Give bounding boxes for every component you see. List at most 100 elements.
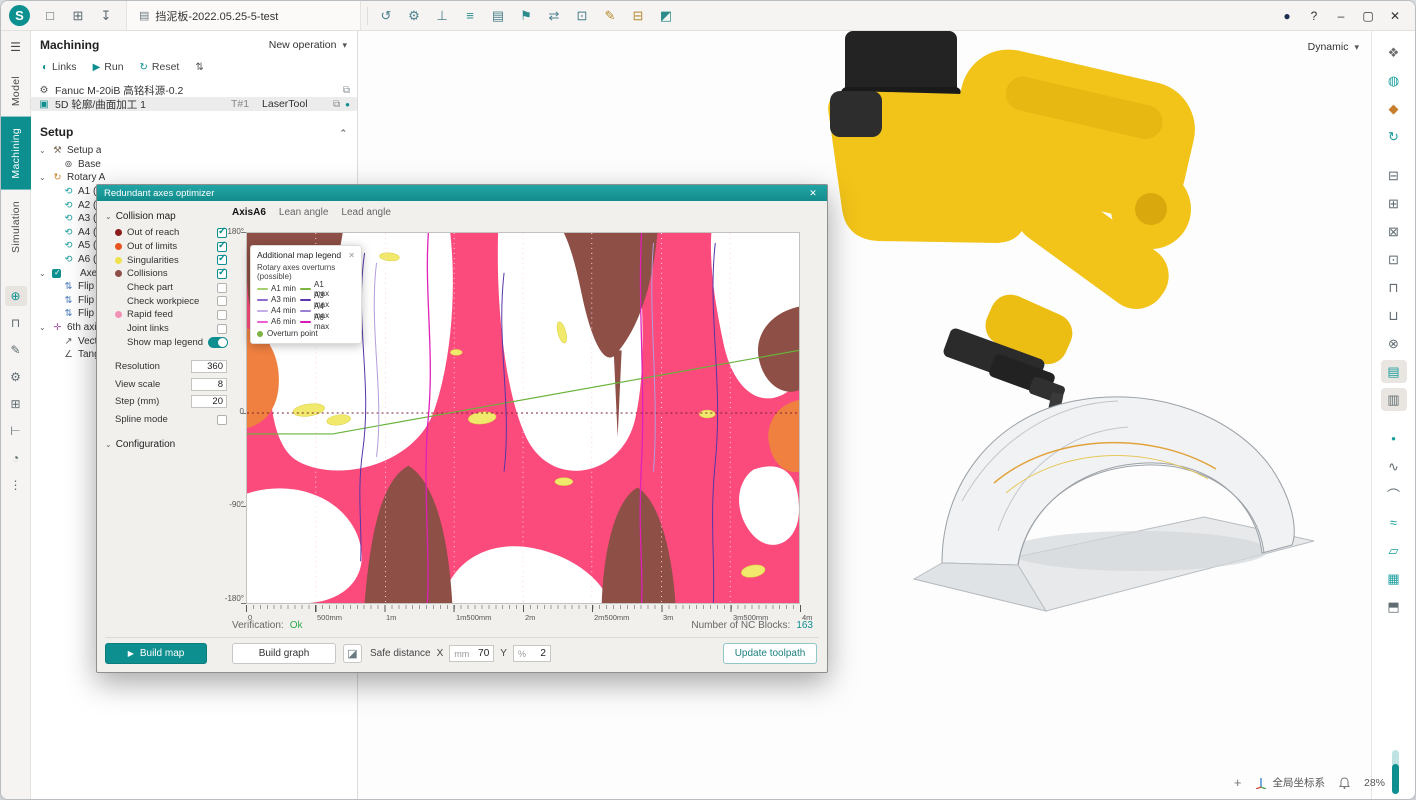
fixture-icon[interactable]: ⊥: [430, 5, 454, 27]
point-icon[interactable]: •: [1381, 427, 1407, 450]
map-layer-row[interactable]: Check part: [105, 281, 227, 295]
account-button[interactable]: ●: [1277, 6, 1297, 26]
expander-icon[interactable]: [39, 173, 48, 182]
setup-tree-item[interactable]: ⊚ Base: [31, 158, 357, 172]
update-toolpath-button[interactable]: Update toolpath: [723, 643, 817, 664]
selection-filter-icon[interactable]: ❖: [1381, 41, 1407, 64]
document-tab[interactable]: ▤ 挡泥板-2022.05.25-5-test: [126, 1, 361, 30]
copy-icon[interactable]: [333, 98, 340, 110]
toolpath-doc-icon[interactable]: ▤: [1381, 360, 1407, 383]
mode-tab[interactable]: Machining: [1, 117, 31, 190]
run-button[interactable]: Run: [93, 61, 124, 73]
spline-mode-row[interactable]: Spline mode: [105, 413, 227, 427]
maximize-button[interactable]: ▢: [1358, 6, 1378, 26]
safe-distance-x-input[interactable]: mm 70: [449, 645, 494, 662]
tool-library-icon[interactable]: ⚑: [514, 5, 538, 27]
cloud-icon[interactable]: ◩: [654, 5, 678, 27]
dialog-titlebar[interactable]: Redundant axes optimizer: [97, 185, 827, 201]
help-button[interactable]: ?: [1304, 6, 1324, 26]
turn-mill-icon[interactable]: ⊗: [1381, 332, 1407, 355]
zoom-slider[interactable]: [1392, 750, 1399, 794]
build-graph-button[interactable]: Build graph: [232, 643, 336, 664]
reset-button[interactable]: Reset: [140, 61, 180, 73]
machine-3axis-icon[interactable]: ⊟: [1381, 164, 1407, 187]
fixture-icon[interactable]: ⊓: [5, 313, 27, 333]
history-icon[interactable]: ◔: [5, 448, 27, 468]
expander-icon[interactable]: [39, 323, 48, 332]
chevron-down-icon[interactable]: [105, 440, 112, 449]
gcode-doc-icon[interactable]: ▥: [1381, 388, 1407, 411]
probe-icon[interactable]: ⊢: [5, 421, 27, 441]
tab-axis-a6[interactable]: AxisA6: [232, 207, 266, 219]
operation-tree-row[interactable]: ▣ 5D 轮廓/曲面加工 1 T#1 LaserTool: [31, 97, 357, 111]
map-layer-row[interactable]: Check workpiece: [105, 294, 227, 308]
regenerate-icon[interactable]: ↻: [1381, 125, 1407, 148]
sort-button[interactable]: [195, 62, 203, 73]
add-button[interactable]: +: [1234, 775, 1242, 790]
stamp-icon[interactable]: ⬒: [1381, 595, 1407, 618]
map-layer-row[interactable]: Singularities: [105, 253, 227, 267]
setup-tree-item[interactable]: ⚒ Setup a: [31, 144, 357, 158]
map-layer-row[interactable]: Out of limits: [105, 240, 227, 254]
machine-5axis-icon[interactable]: ⊠: [1381, 220, 1407, 243]
mode-tab[interactable]: Model: [1, 65, 31, 117]
transform-icon[interactable]: ⇄: [542, 5, 566, 27]
expander-icon[interactable]: [39, 146, 48, 155]
map-layer-row[interactable]: Collisions: [105, 267, 227, 281]
map-layer-row[interactable]: Out of reach: [105, 226, 227, 240]
legend-row: A1 min A1 max: [257, 283, 355, 294]
solid-icon[interactable]: ▦: [1381, 567, 1407, 590]
view-mode-dropdown[interactable]: Dynamic: [1308, 41, 1359, 53]
sheet-icon[interactable]: ▱: [1381, 539, 1407, 562]
map-layer-row[interactable]: Rapid feed: [105, 308, 227, 322]
stock-icon[interactable]: ⊞: [5, 394, 27, 414]
copy-icon[interactable]: [343, 84, 350, 96]
monitor-icon[interactable]: ⊡: [570, 5, 594, 27]
item-checkbox[interactable]: [52, 269, 61, 278]
clear-graph-button[interactable]: ◪: [343, 644, 362, 663]
chevron-down-icon[interactable]: [105, 212, 112, 221]
lathe-icon[interactable]: ⊡: [1381, 248, 1407, 271]
material-icon[interactable]: ◆: [1381, 97, 1407, 120]
robot-cell-icon[interactable]: ⊓: [1381, 276, 1407, 299]
build-map-button[interactable]: Build map: [105, 643, 207, 664]
safe-distance-y-input[interactable]: % 2: [513, 645, 551, 662]
tab-lean-angle[interactable]: Lean angle: [279, 207, 329, 219]
curve-icon[interactable]: ∿: [1381, 455, 1407, 478]
notification-bell-icon[interactable]: [1339, 777, 1350, 789]
annotation-icon[interactable]: ✎: [598, 5, 622, 27]
mode-tab[interactable]: Simulation: [1, 190, 31, 264]
machine-settings-icon[interactable]: ⚙: [402, 5, 426, 27]
save-icon[interactable]: ↧: [94, 5, 118, 27]
map-layer-row[interactable]: Joint links: [105, 322, 227, 336]
open-folder-icon[interactable]: ⊞: [66, 5, 90, 27]
orbit-icon[interactable]: ◍: [1381, 69, 1407, 92]
close-icon[interactable]: [348, 251, 355, 260]
settings-icon[interactable]: ⚙: [5, 367, 27, 387]
edit-icon[interactable]: ✎: [5, 340, 27, 360]
machine-tree-row[interactable]: ⚙ Fanuc M-20iB 高铭科源-0.2: [31, 83, 357, 97]
press-icon[interactable]: ⊔: [1381, 304, 1407, 327]
report-icon[interactable]: ▤: [486, 5, 510, 27]
collapse-icon[interactable]: [339, 125, 347, 139]
new-document-icon[interactable]: □: [38, 5, 62, 27]
minimize-button[interactable]: –: [1331, 6, 1351, 26]
expander-icon[interactable]: [39, 269, 48, 278]
legend-toggle-row[interactable]: Show map legend: [105, 336, 227, 350]
links-button[interactable]: Links: [42, 61, 77, 73]
coordinate-system[interactable]: 全局坐标系: [1255, 775, 1325, 790]
tab-lead-angle[interactable]: Lead angle: [341, 207, 391, 219]
printer-icon[interactable]: ⊟: [626, 5, 650, 27]
close-button[interactable]: ✕: [1385, 6, 1405, 26]
setup-tree-item[interactable]: ↻ Rotary A: [31, 171, 357, 185]
more-icon[interactable]: ⋮: [5, 475, 27, 495]
new-operation-button[interactable]: New operation: [269, 39, 347, 51]
target-icon[interactable]: ⊕: [5, 286, 27, 306]
surface-icon[interactable]: ≈: [1381, 511, 1407, 534]
menu-icon[interactable]: [5, 37, 27, 57]
close-icon[interactable]: [806, 188, 820, 199]
nc-program-icon[interactable]: ≡: [458, 5, 482, 27]
simulation-icon[interactable]: ↺: [374, 5, 398, 27]
machine-4axis-icon[interactable]: ⊞: [1381, 192, 1407, 215]
arc-icon[interactable]: ⌒: [1381, 483, 1407, 506]
